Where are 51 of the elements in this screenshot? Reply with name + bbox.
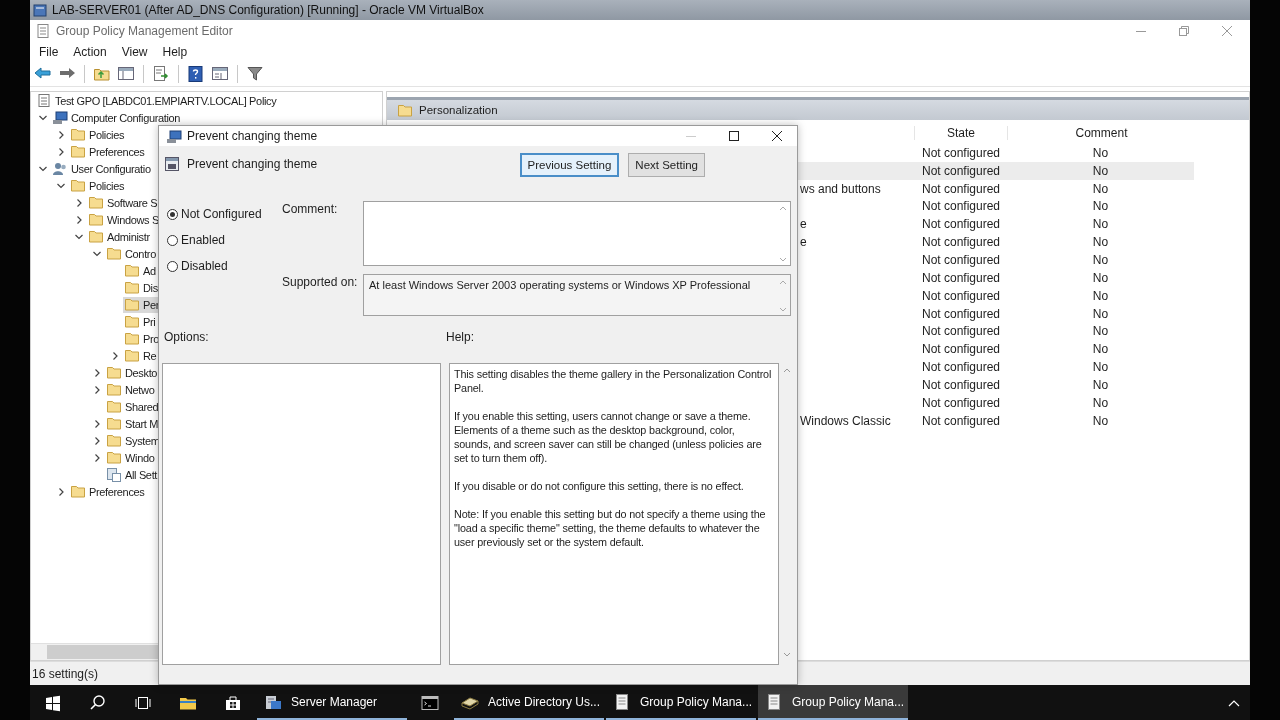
table-cell: No <box>1092 145 1109 160</box>
table-cell: ws and buttons <box>800 181 881 196</box>
field-label: Supported on: <box>282 274 359 291</box>
help-paragraph: If you enable this setting, users cannot change or save a theme. Elements of a theme such as the desktop background, color, sounds, and screen saver can still be changed (unless policies are set to turn them off). <box>454 409 763 465</box>
table-cell: Not configured <box>922 199 1001 214</box>
table-cell: No <box>1092 253 1109 267</box>
table-cell: No <box>1092 270 1109 285</box>
help-paragraph: This setting disables the theme gallery in the Personalization Control Panel. <box>454 367 773 395</box>
table-cell: Not configured <box>922 217 1001 232</box>
table-cell: No <box>1092 235 1109 250</box>
table-cell: Not configured <box>922 395 1001 410</box>
window-title: Group Policy Management Editor <box>56 24 233 38</box>
table-cell: No <box>1092 217 1109 232</box>
setting-name: Prevent changing theme <box>187 157 318 171</box>
table-cell: No <box>1092 288 1109 303</box>
table-cell: No <box>1092 413 1109 428</box>
table-cell: Not configured <box>922 360 1001 375</box>
table-cell: Not configured <box>922 235 1001 250</box>
table-cell: Not configured <box>922 288 1001 303</box>
table-cell: No <box>1092 181 1109 196</box>
supported-text: At least Windows Server 2003 operating systems or Windows XP Professional <box>369 278 752 293</box>
table-cell: Not configured <box>922 145 1001 160</box>
table-cell: No <box>1092 199 1109 214</box>
table-cell: No <box>1092 360 1109 375</box>
window-title: LAB-SERVER01 (After AD_DNS Configuration) [Running] - Oracle VM VirtualBox <box>52 3 484 17</box>
table-cell: Windows Classic <box>800 413 891 428</box>
table-cell: Not configured <box>922 377 1001 392</box>
table-cell: e <box>800 235 807 250</box>
section-label: Help: <box>446 330 474 344</box>
table-cell: No <box>1092 342 1109 357</box>
table-cell: No <box>1092 395 1109 410</box>
table-cell: No <box>1092 324 1109 339</box>
help-paragraph: If you disable or do not configure this setting, there is no effect. <box>454 479 745 493</box>
pane-title: Personalization <box>419 104 498 116</box>
table-cell: No <box>1092 377 1109 392</box>
table-cell: e <box>800 217 807 232</box>
section-label: Options: <box>163 330 210 344</box>
table-cell: Not configured <box>922 413 1001 428</box>
table-cell: Not configured <box>922 324 1001 339</box>
table-cell: No <box>1092 163 1109 178</box>
table-cell: Not configured <box>922 163 1001 178</box>
table-cell: Not configured <box>922 342 1001 357</box>
table-cell: No <box>1092 306 1109 321</box>
table-cell: Not configured <box>922 253 1001 267</box>
table-cell: Not configured <box>922 181 1001 196</box>
table-cell: Not configured <box>922 306 1001 321</box>
status-text: 16 setting(s) <box>32 666 99 681</box>
table-cell: Not configured <box>922 270 1001 285</box>
dialog-title: Prevent changing theme <box>187 129 318 143</box>
field-label: Comment: <box>282 201 339 218</box>
help-paragraph: Note: If you enable this setting but do not specify a theme using the "load a specific theme" setting, the theme defaults to whatever the user previously set or the system default. <box>454 507 767 549</box>
